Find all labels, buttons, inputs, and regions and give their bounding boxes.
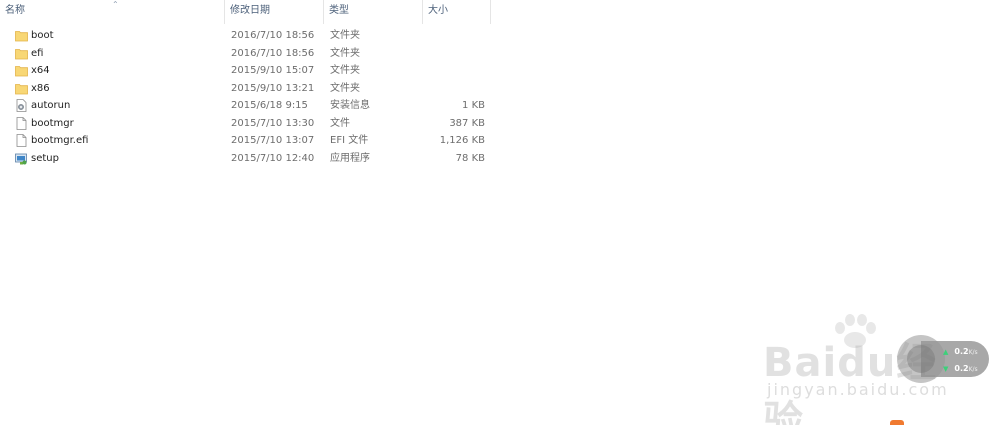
column-header-size[interactable]: 大小 [423, 0, 491, 24]
column-size-label: 大小 [428, 5, 448, 16]
file-date: 2015/9/10 13:21 [231, 82, 315, 94]
column-header: 名称 ⌃ 修改日期 类型 大小 [0, 0, 492, 24]
upload-speed: ▲ 0.2K/s [943, 347, 978, 356]
speed-ball-icon [897, 335, 945, 383]
file-row[interactable]: boot 2016/7/10 18:56 文件夹 [0, 27, 492, 45]
file-date: 2016/7/10 18:56 [231, 47, 315, 59]
file-date: 2015/9/10 15:07 [231, 65, 315, 76]
file-row[interactable]: efi 2016/7/10 18:56 文件夹 [0, 45, 492, 63]
file-date: 2015/7/10 13:07 [231, 135, 315, 146]
file-date: 2015/7/10 13:30 [231, 117, 315, 129]
column-header-name[interactable]: 名称 ⌃ [0, 0, 225, 24]
file-row[interactable]: bootmgr 2015/7/10 13:30 文件 387 KB [0, 115, 492, 133]
file-size: 1,126 KB [439, 135, 485, 146]
file-name: boot [31, 30, 54, 41]
setup-app-icon [15, 152, 28, 165]
file-name: bootmgr [31, 117, 74, 129]
file-row[interactable]: setup 2015/7/10 12:40 应用程序 78 KB [0, 150, 492, 168]
download-speed-unit: K/s [968, 366, 978, 373]
file-name: autorun [31, 100, 71, 111]
file-icon [15, 134, 28, 147]
download-speed-value: 0.2 [954, 364, 969, 373]
file-name: bootmgr.efi [31, 135, 89, 146]
column-name-label: 名称 [5, 5, 25, 16]
file-type: 文件夹 [330, 47, 360, 59]
column-header-date[interactable]: 修改日期 [225, 0, 324, 24]
upload-speed-value: 0.2 [954, 347, 969, 356]
folder-icon [15, 64, 28, 77]
file-name: x64 [31, 65, 50, 76]
taskbar-edge-mark [890, 420, 904, 425]
file-date: 2015/7/10 12:40 [231, 152, 315, 164]
file-row[interactable]: x64 2015/9/10 15:07 文件夹 [0, 62, 492, 80]
file-type: 文件夹 [330, 82, 360, 94]
file-type: 文件夹 [330, 30, 360, 41]
file-explorer-view: 名称 ⌃ 修改日期 类型 大小 boot 2016/7/10 18:56 文件夹 [0, 0, 1000, 425]
file-type: 文件夹 [330, 65, 360, 76]
network-speed-widget[interactable]: ▲ 0.2K/s ▼ 0.2K/s [897, 335, 989, 383]
file-type: EFI 文件 [330, 135, 369, 146]
file-name: x86 [31, 82, 50, 94]
download-arrow-icon: ▼ [943, 365, 949, 373]
file-size: 78 KB [455, 152, 485, 164]
file-list: boot 2016/7/10 18:56 文件夹 efi 2016/7/10 1… [0, 27, 492, 167]
column-date-label: 修改日期 [230, 5, 270, 16]
upload-arrow-icon: ▲ [943, 348, 949, 356]
file-size: 1 KB [462, 100, 485, 111]
file-date: 2016/7/10 18:56 [231, 30, 315, 41]
upload-speed-unit: K/s [968, 349, 978, 356]
folder-icon [15, 47, 28, 60]
download-speed: ▼ 0.2K/s [943, 364, 978, 373]
column-type-label: 类型 [329, 5, 349, 16]
file-name: setup [31, 152, 59, 164]
folder-icon [15, 29, 28, 42]
setup-info-file-icon [15, 99, 28, 112]
folder-icon [15, 82, 28, 95]
file-size: 387 KB [449, 117, 485, 129]
column-header-type[interactable]: 类型 [324, 0, 423, 24]
file-type: 安装信息 [330, 100, 370, 111]
file-type: 文件 [330, 117, 350, 129]
file-date: 2015/6/18 9:15 [231, 100, 308, 111]
file-type: 应用程序 [330, 152, 370, 164]
file-row[interactable]: x86 2015/9/10 13:21 文件夹 [0, 80, 492, 98]
file-row[interactable]: autorun 2015/6/18 9:15 安装信息 1 KB [0, 97, 492, 115]
file-row[interactable]: bootmgr.efi 2015/7/10 13:07 EFI 文件 1,126… [0, 132, 492, 150]
file-name: efi [31, 47, 44, 59]
file-icon [15, 116, 28, 130]
sort-up-icon: ⌃ [112, 0, 119, 9]
